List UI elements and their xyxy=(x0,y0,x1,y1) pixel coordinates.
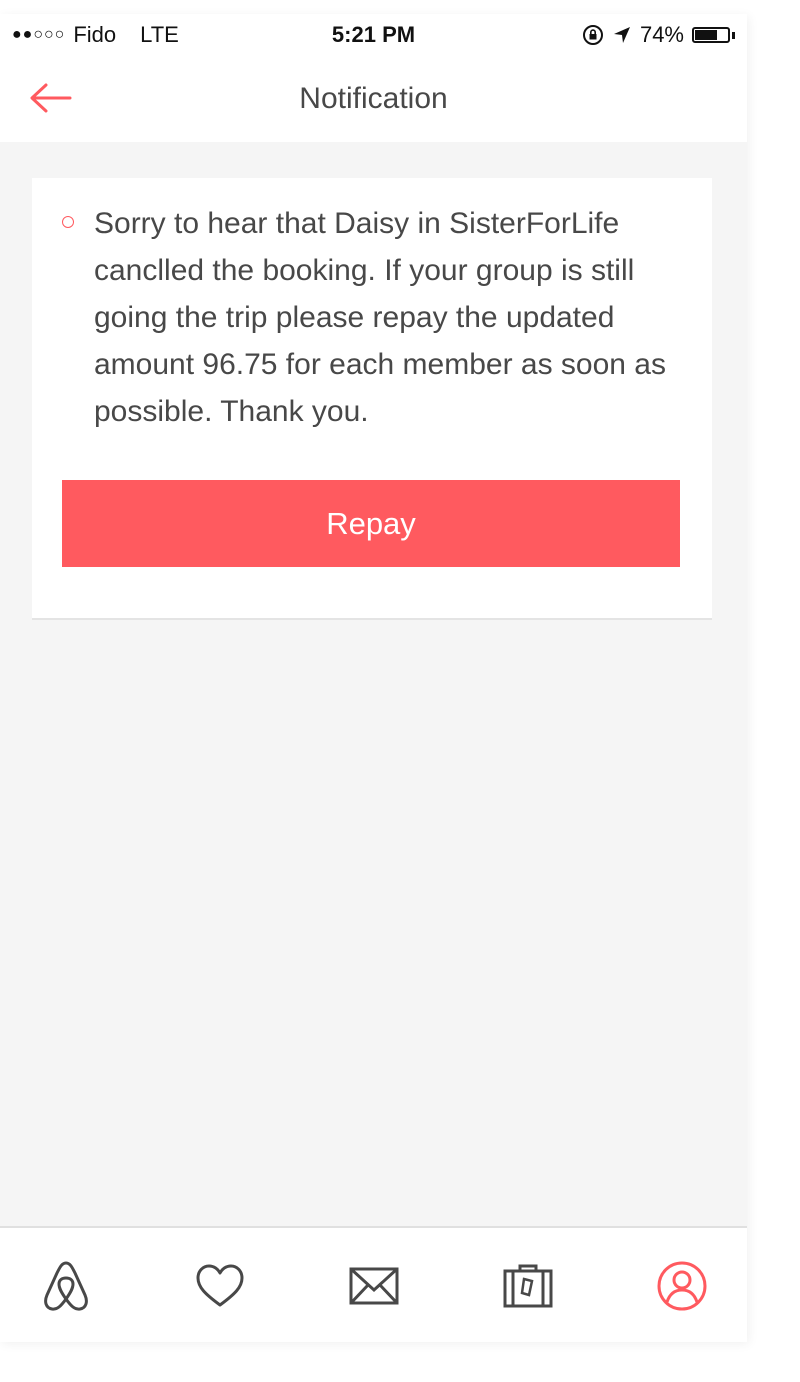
airbnb-logo-icon xyxy=(44,1261,88,1311)
navigation-bar: Notification xyxy=(0,54,747,142)
tab-saved[interactable] xyxy=(192,1258,248,1314)
tab-trips[interactable] xyxy=(500,1258,556,1314)
battery-tip xyxy=(732,31,735,39)
tab-profile[interactable] xyxy=(654,1258,710,1314)
page-title: Notification xyxy=(299,82,448,115)
tab-explore[interactable] xyxy=(38,1258,94,1314)
notification-message: Sorry to hear that Daisy in SisterForLif… xyxy=(94,207,666,428)
location-arrow-icon xyxy=(613,27,630,43)
unread-indicator-icon xyxy=(62,216,74,228)
status-bar: ●●○○○ Fido LTE 5:21 PM 74% xyxy=(0,14,747,54)
status-right: 74% xyxy=(582,22,735,48)
notification-card: Sorry to hear that Daisy in SisterForLif… xyxy=(32,178,712,620)
heart-icon xyxy=(196,1264,244,1307)
repay-button[interactable]: Repay xyxy=(62,480,680,567)
battery-level-fill xyxy=(695,30,718,40)
tab-bar xyxy=(0,1226,747,1342)
phone-screen: ●●○○○ Fido LTE 5:21 PM 74% Notification xyxy=(0,14,747,1342)
battery-percent: 74% xyxy=(639,22,684,47)
envelope-icon xyxy=(349,1267,399,1305)
rotation-lock-icon xyxy=(582,25,603,45)
battery-icon xyxy=(692,27,730,43)
profile-icon xyxy=(657,1261,707,1311)
suitcase-icon xyxy=(503,1264,553,1308)
tab-inbox[interactable] xyxy=(346,1258,402,1314)
